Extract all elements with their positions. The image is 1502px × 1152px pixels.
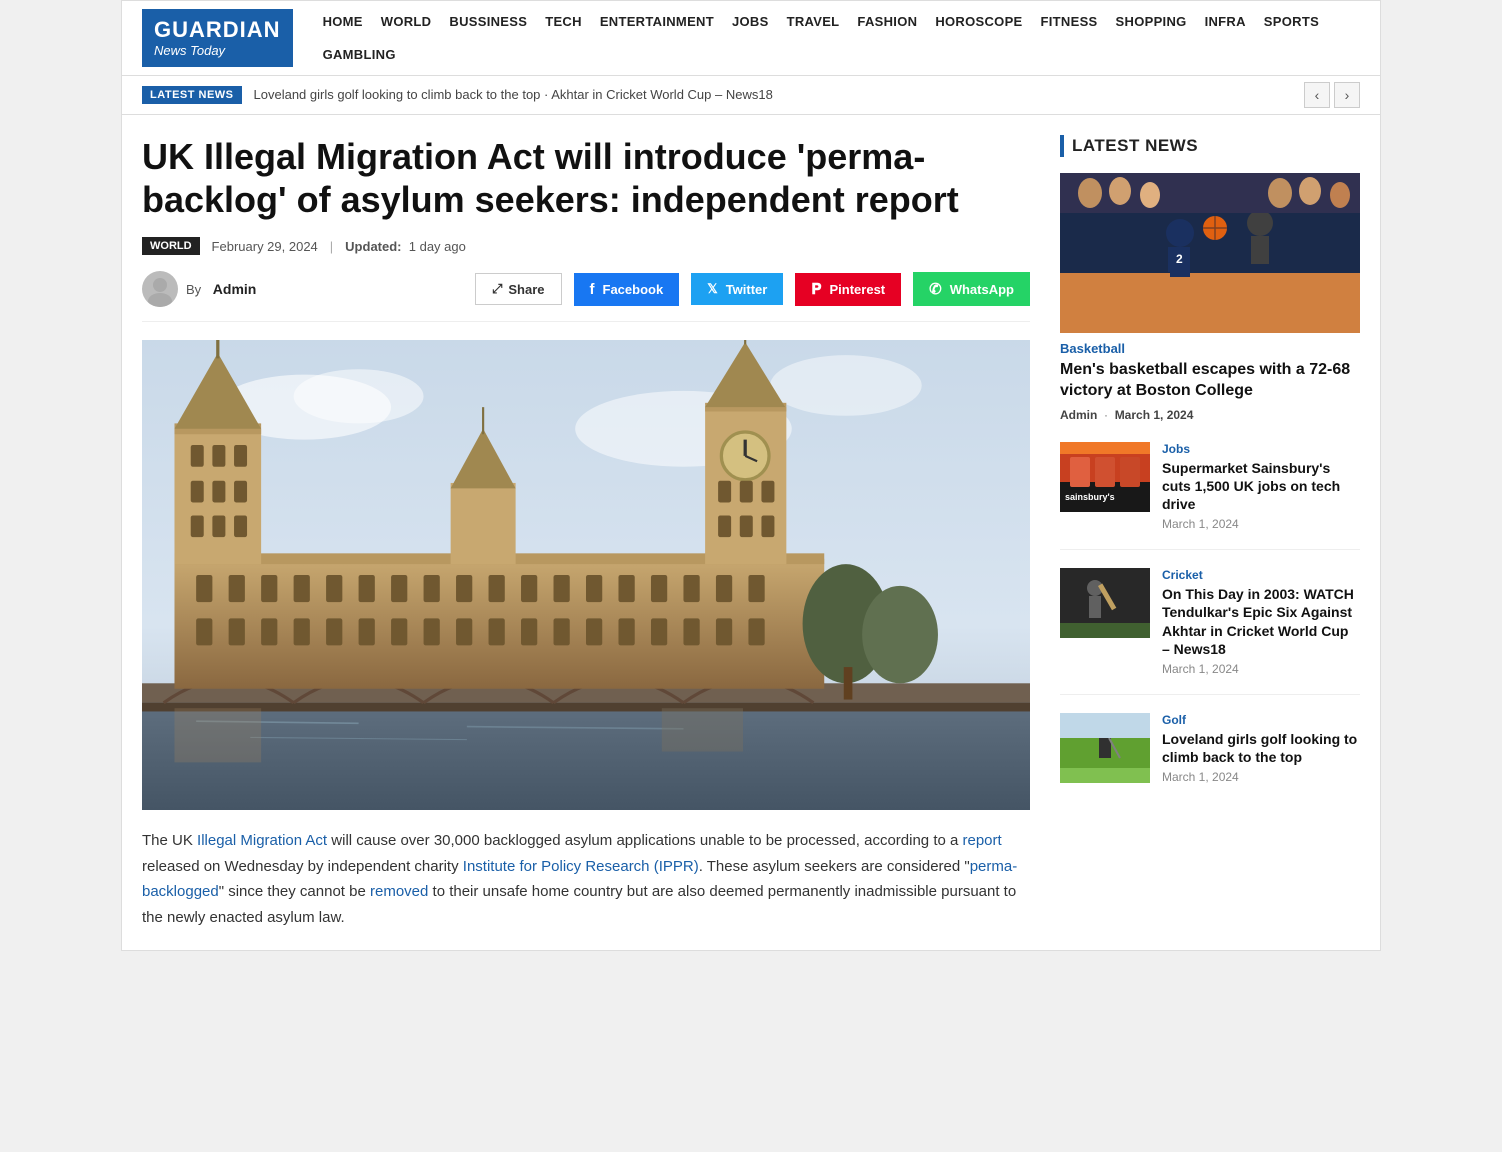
nav-item-home[interactable]: HOME (323, 14, 363, 29)
sainsburys-image: sainsbury's (1060, 442, 1150, 512)
header: GUARDIAN News Today HOME WORLD BUSSINESS TE… (122, 1, 1380, 76)
nav-menu: HOME WORLD BUSSINESS TECH ENTERTAINMENT JOBS T… (323, 14, 1360, 62)
article-date: February 29, 2024 (212, 239, 318, 254)
author-name: Admin (213, 281, 257, 297)
news-item-sainsburys: sainsbury's Jobs Supermarket Sainsbury's… (1060, 442, 1360, 551)
svg-text:sainsbury's: sainsbury's (1065, 492, 1115, 502)
sainsburys-date: March 1, 2024 (1162, 517, 1360, 531)
article-updated: Updated: 1 day ago (345, 239, 466, 254)
latest-news-bar (1060, 135, 1064, 157)
nav-item-fitness[interactable]: FITNESS (1041, 14, 1098, 29)
news-item-golf: Golf Loveland girls golf looking to clim… (1060, 713, 1360, 802)
cricket-category: Cricket (1162, 568, 1360, 582)
nav-item-fashion[interactable]: FASHION (857, 14, 917, 29)
news-featured-title[interactable]: Men's basketball escapes with a 72-68 vi… (1060, 360, 1360, 402)
meta-separator: | (330, 239, 333, 254)
nav-item-jobs[interactable]: JOBS (732, 14, 769, 29)
sainsburys-category: Jobs (1162, 442, 1360, 456)
latest-news-title: LATEST NEWS (1072, 136, 1198, 156)
twitter-share-button[interactable]: 𝕏 Twitter (691, 273, 783, 305)
author-section: By Admin (142, 271, 256, 307)
twitter-icon: 𝕏 (707, 281, 717, 297)
ticker-nav: ‹ › (1304, 82, 1360, 108)
nav-item-entertainment[interactable]: ENTERTAINMENT (600, 14, 714, 29)
golf-image (1060, 713, 1150, 783)
logo[interactable]: GUARDIAN News Today (142, 9, 293, 67)
golf-text: Golf Loveland girls golf looking to clim… (1162, 713, 1360, 784)
basketball-image-placeholder: 2 (1060, 173, 1360, 333)
news-featured-item: 2 (1060, 173, 1360, 422)
pinterest-icon: 𝐏 (811, 281, 821, 298)
facebook-share-button[interactable]: f Facebook (574, 273, 680, 306)
nav-item-infra[interactable]: INFRA (1205, 14, 1246, 29)
cricket-title[interactable]: On This Day in 2003: WATCH Tendulkar's E… (1162, 585, 1360, 658)
news-featured-image: 2 (1060, 173, 1360, 333)
ticker-text: Loveland girls golf looking to climb bac… (254, 87, 1292, 102)
hero-image (142, 340, 1030, 810)
nav-item-bussiness[interactable]: BUSSINESS (449, 14, 527, 29)
share-label: Share (508, 282, 544, 297)
cricket-text: Cricket On This Day in 2003: WATCH Tendu… (1162, 568, 1360, 676)
avatar (142, 271, 178, 307)
nav-item-horoscope[interactable]: HOROSCOPE (935, 14, 1022, 29)
nav-item-gambling[interactable]: GAMBLING (323, 47, 396, 62)
facebook-icon: f (590, 281, 595, 298)
category-badge[interactable]: WORLD (142, 237, 200, 255)
ticker-bar: LATEST NEWS Loveland girls golf looking … (122, 76, 1380, 115)
latest-news-header: LATEST NEWS (1060, 135, 1360, 157)
cricket-date: March 1, 2024 (1162, 662, 1360, 676)
golf-date: March 1, 2024 (1162, 770, 1360, 784)
share-button[interactable]: ⤢ Share (475, 273, 562, 305)
share-bar: By Admin ⤢ Share f Facebook 𝕏 Twitter (142, 271, 1030, 322)
main-content: UK Illegal Migration Act will introduce … (122, 115, 1380, 950)
nav-item-travel[interactable]: TRAVEL (787, 14, 840, 29)
ticker-label: LATEST NEWS (142, 86, 242, 104)
article-section: UK Illegal Migration Act will introduce … (142, 135, 1030, 930)
ticker-next-button[interactable]: › (1334, 82, 1360, 108)
logo-top: GUARDIAN (154, 17, 281, 43)
golf-category: Golf (1162, 713, 1360, 727)
sidebar: LATEST NEWS (1060, 135, 1360, 930)
ticker-prev-button[interactable]: ‹ (1304, 82, 1330, 108)
share-icon: ⤢ (492, 281, 502, 297)
by-label: By (186, 282, 205, 297)
whatsapp-share-button[interactable]: ✆ WhatsApp (913, 272, 1030, 306)
golf-title[interactable]: Loveland girls golf looking to climb bac… (1162, 730, 1360, 766)
nav-item-shopping[interactable]: SHOPPING (1116, 14, 1187, 29)
news-item-cricket: Cricket On This Day in 2003: WATCH Tendu… (1060, 568, 1360, 695)
nav-item-tech[interactable]: TECH (545, 14, 582, 29)
sainsburys-text: Jobs Supermarket Sainsbury's cuts 1,500 … (1162, 442, 1360, 532)
cricket-image (1060, 568, 1150, 638)
sainsburys-title[interactable]: Supermarket Sainsbury's cuts 1,500 UK jo… (1162, 459, 1360, 514)
article-meta: WORLD February 29, 2024 | Updated: 1 day… (142, 237, 1030, 255)
nav-item-world[interactable]: WORLD (381, 14, 432, 29)
nav-item-sports[interactable]: SPORTS (1264, 14, 1319, 29)
article-title: UK Illegal Migration Act will introduce … (142, 135, 1030, 221)
article-body: The UK Illegal Migration Act will cause … (142, 828, 1030, 930)
logo-bottom: News Today (154, 43, 281, 59)
whatsapp-icon: ✆ (929, 280, 942, 298)
news-featured-byline: Admin · March 1, 2024 (1060, 408, 1360, 422)
pinterest-share-button[interactable]: 𝐏 Pinterest (795, 273, 901, 306)
svg-text:2: 2 (1176, 252, 1183, 266)
news-featured-category: Basketball (1060, 341, 1360, 356)
